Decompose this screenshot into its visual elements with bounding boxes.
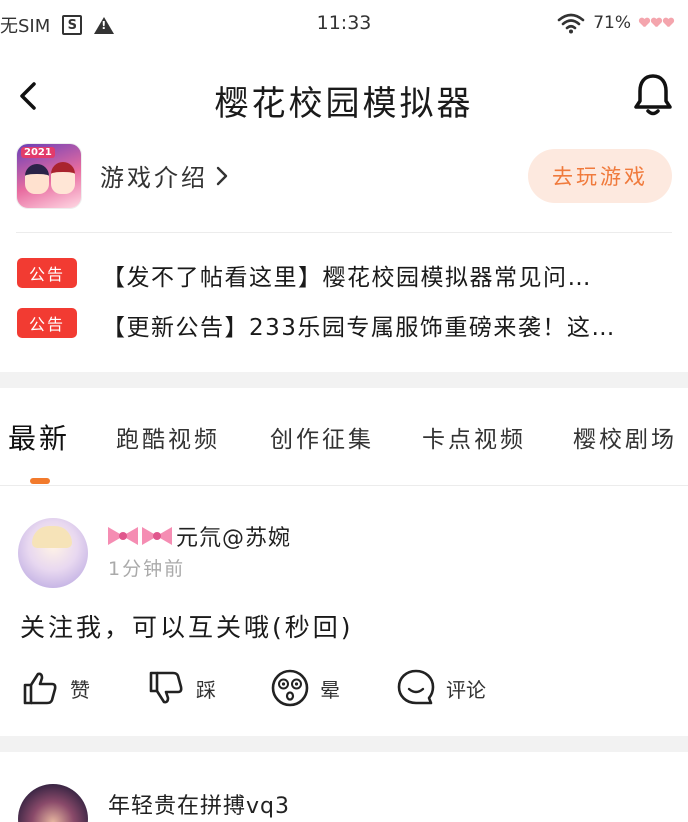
tab-school-theater[interactable]: 樱校剧场 <box>573 420 677 454</box>
dizzy-button[interactable]: 晕 <box>270 668 340 708</box>
user-name[interactable]: 年轻贵在拼搏vq3 <box>108 788 290 820</box>
play-game-button[interactable]: 去玩游戏 <box>528 149 672 203</box>
announcement-badge: 公告 <box>17 308 77 338</box>
game-info-row: 2021 游戏介绍 去玩游戏 <box>0 142 688 210</box>
thumbs-down-icon <box>149 671 183 704</box>
like-label: 赞 <box>70 677 90 702</box>
page-title: 樱花校园模拟器 <box>214 84 474 124</box>
battery-percent: 71% <box>593 13 631 33</box>
like-button[interactable]: 赞 <box>20 668 90 708</box>
comment-label: 评论 <box>446 677 486 702</box>
status-right: 71% <box>557 12 674 34</box>
game-icon[interactable]: 2021 <box>16 143 82 209</box>
active-tab-indicator <box>30 478 50 484</box>
game-intro-label: 游戏介绍 <box>100 164 208 192</box>
game-intro-link[interactable]: 游戏介绍 <box>100 158 230 193</box>
dizzy-label: 晕 <box>320 677 340 702</box>
dizzy-face-icon <box>271 669 309 707</box>
dislike-button[interactable]: 踩 <box>146 668 216 708</box>
tab-latest[interactable]: 最新 <box>8 417 70 457</box>
tab-beat-videos[interactable]: 卡点视频 <box>422 420 526 454</box>
chevron-right-icon <box>216 166 228 185</box>
section-separator <box>0 372 688 388</box>
announcement-text: 【发不了帖看这里】樱花校园模拟器常见问… <box>102 265 592 291</box>
user-name[interactable]: 元氘@苏婉 <box>108 520 291 552</box>
post-time: 1分钟前 <box>108 558 186 580</box>
section-separator <box>0 736 688 752</box>
thumbs-up-icon <box>23 672 57 705</box>
post-card: 年轻贵在拼搏vq3 <box>0 752 688 822</box>
avatar[interactable] <box>18 518 88 588</box>
divider <box>16 232 672 233</box>
app-header: 樱花校园模拟器 <box>0 62 688 130</box>
battery-hearts-icon <box>639 18 674 28</box>
bow-icon <box>108 525 138 547</box>
wifi-icon <box>557 13 585 34</box>
post-actions: 赞 踩 晕 评论 <box>0 668 688 712</box>
user-name-text: 元氘@苏婉 <box>176 526 292 551</box>
announcement-item[interactable]: 公告 【更新公告】233乐园专属服饰重磅来袭！这… <box>0 306 688 341</box>
user-name-text: 年轻贵在拼搏vq3 <box>108 794 290 819</box>
announcement-item[interactable]: 公告 【发不了帖看这里】樱花校园模拟器常见问… <box>0 256 688 291</box>
comment-button[interactable]: 评论 <box>396 668 486 708</box>
tab-creation-contest[interactable]: 创作征集 <box>270 420 374 454</box>
tab-parkour-videos[interactable]: 跑酷视频 <box>116 420 220 454</box>
announcement-text: 【更新公告】233乐园专属服饰重磅来袭！这… <box>102 315 616 341</box>
tab-bar: 最新 跑酷视频 创作征集 卡点视频 樱校剧场 <box>0 408 688 486</box>
status-bar: 无SIM S 11:33 71% <box>0 0 688 48</box>
dislike-label: 踩 <box>196 677 216 702</box>
game-icon-year: 2021 <box>21 147 55 158</box>
post-content[interactable]: 关注我，可以互关哦(秒回) <box>20 608 354 644</box>
bell-icon[interactable] <box>632 72 674 118</box>
post-card: 元氘@苏婉 1分钟前 关注我，可以互关哦(秒回) 赞 踩 晕 评论 <box>0 486 688 736</box>
bow-icon <box>142 525 172 547</box>
comment-icon <box>397 669 435 705</box>
avatar[interactable] <box>18 784 88 822</box>
announcement-badge: 公告 <box>17 258 77 288</box>
